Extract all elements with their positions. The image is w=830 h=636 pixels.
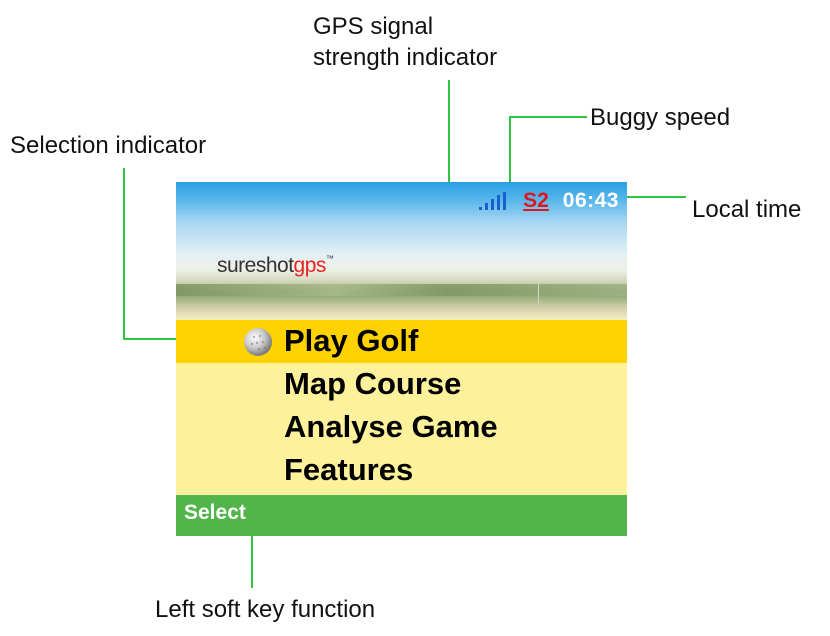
device-screen: S2 06:43 sureshotgps™ Play Golf Map Cour… — [176, 182, 627, 536]
left-soft-key-callout: Left soft key function — [155, 596, 376, 623]
logo-text-main: sureshot — [217, 254, 294, 277]
menu-item-map-course[interactable]: Map Course — [176, 363, 627, 406]
time-leader-line — [618, 196, 686, 198]
flag-pole — [538, 282, 539, 306]
logo-text-accent: gps — [293, 254, 327, 277]
buggy-leader-horizontal — [509, 116, 587, 118]
logo-trademark: ™ — [325, 254, 334, 263]
local-time-value: 06:43 — [562, 189, 619, 212]
header-landscape: S2 06:43 sureshotgps™ — [176, 182, 627, 320]
buggy-leader-vertical — [509, 116, 511, 190]
menu-item-label: Analyse Game — [284, 409, 498, 444]
gps-leader-line — [448, 80, 450, 190]
selection-leader-vertical — [123, 168, 125, 340]
local-time-callout: Local time — [692, 196, 802, 223]
left-soft-key-select[interactable]: Select — [184, 501, 246, 525]
softkey-leader-line — [251, 536, 253, 588]
signal-bars-icon — [479, 192, 507, 210]
status-bar: S2 06:43 — [477, 189, 619, 213]
buggy-speed-value: S2 — [523, 189, 549, 212]
menu-item-label: Play Golf — [284, 323, 419, 358]
gps-signal-callout-line1: GPS signal — [313, 13, 434, 40]
menu-item-label: Map Course — [284, 366, 462, 401]
menu-item-features[interactable]: Features — [176, 449, 627, 492]
menu-item-play-golf[interactable]: Play Golf — [176, 320, 627, 363]
sureshotgps-logo: sureshotgps™ — [217, 254, 334, 278]
menu-item-analyse-game[interactable]: Analyse Game — [176, 406, 627, 449]
main-menu: Play Golf Map Course Analyse Game Featur… — [176, 320, 627, 492]
buggy-speed-callout: Buggy speed — [590, 104, 731, 131]
menu-item-label: Features — [284, 452, 414, 487]
gps-signal-callout: GPS signal strength indicator — [313, 11, 497, 73]
gps-signal-callout-line2: strength indicator — [313, 44, 498, 71]
horizon-treeline — [176, 284, 627, 296]
soft-key-bar: Select — [176, 495, 627, 536]
selection-indicator-callout: Selection indicator — [10, 132, 207, 159]
golf-ball-icon — [244, 328, 272, 356]
